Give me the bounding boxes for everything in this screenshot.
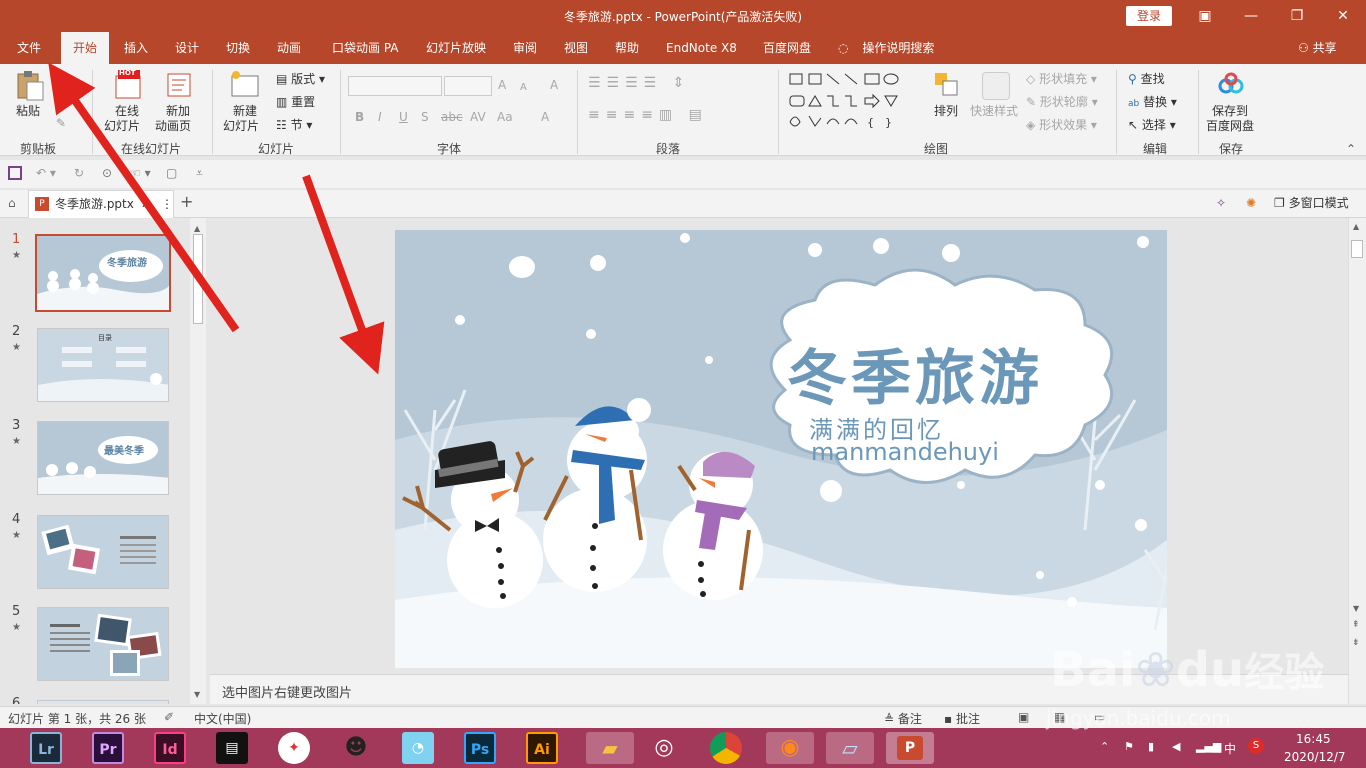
red-arrow-to-slide bbox=[302, 174, 385, 375]
paw-icon: ❀ bbox=[1135, 642, 1176, 698]
watermark-cn: 经验 bbox=[1244, 650, 1325, 696]
baidu-watermark: Bai❀du经验 bbox=[1050, 640, 1324, 698]
watermark-url: jingyan.baidu.com bbox=[1046, 706, 1231, 730]
red-arrow-to-file-tab bbox=[48, 62, 240, 333]
watermark-brand2: du bbox=[1175, 642, 1245, 698]
watermark-brand: Bai bbox=[1050, 642, 1136, 698]
